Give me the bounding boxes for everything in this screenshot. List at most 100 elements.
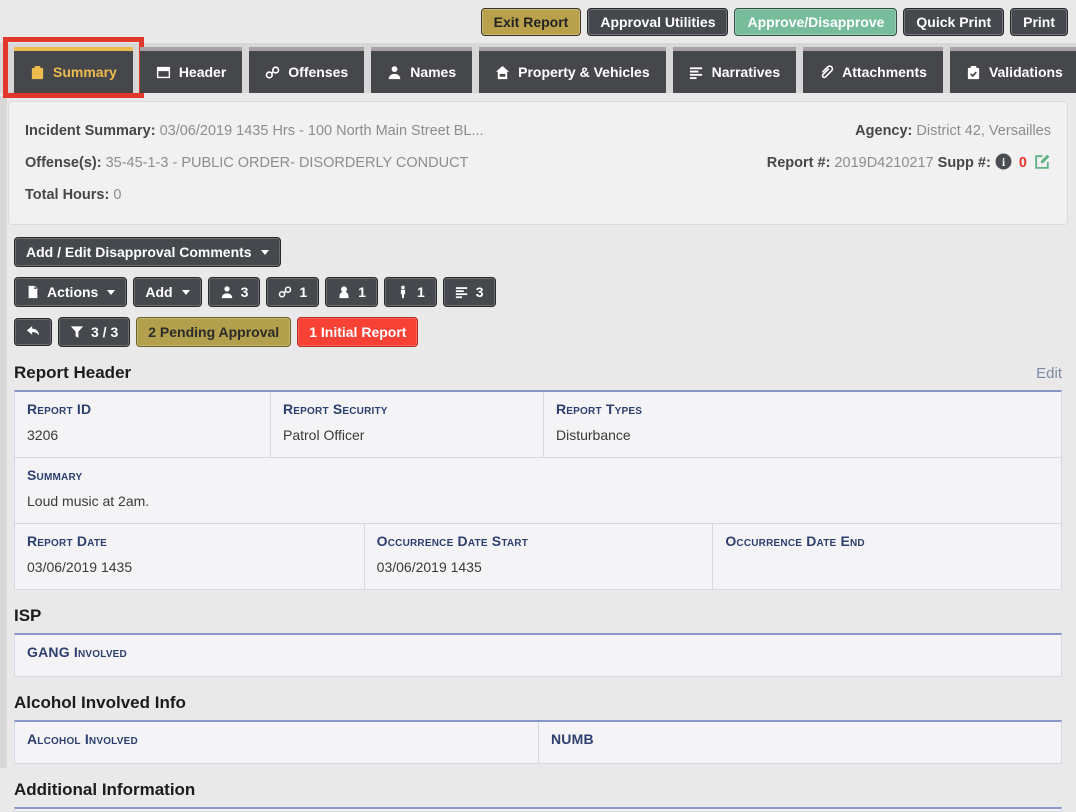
additional-info-table — [14, 807, 1062, 812]
tab-validations[interactable]: Validations — [950, 47, 1076, 93]
actions-dropdown[interactable]: Actions — [14, 277, 127, 307]
report-number-value: 2019D4210217 — [834, 155, 933, 171]
field-occurrence-date-start: Occurrence Date Start 03/06/2019 1435 — [364, 524, 713, 589]
tab-label: Summary — [53, 64, 117, 80]
field-value: 03/06/2019 1435 — [377, 559, 701, 576]
person-standing-count-button[interactable]: 1 — [384, 277, 437, 307]
names-count-button[interactable]: 3 — [208, 277, 261, 307]
section-title-alcohol: Alcohol Involved Info — [14, 693, 186, 713]
tab-property-vehicles[interactable]: Property & Vehicles — [479, 47, 666, 93]
approve-disapprove-button[interactable]: Approve/Disapprove — [734, 8, 897, 36]
field-value: Disturbance — [556, 427, 1049, 444]
narratives-count-button[interactable]: 3 — [443, 277, 496, 307]
section-title-isp: ISP — [14, 606, 41, 626]
tab-offenses[interactable]: Offenses — [249, 47, 364, 93]
initial-report-label: 1 Initial Report — [309, 324, 406, 340]
field-label: Report Security — [283, 401, 531, 417]
tab-label: Names — [410, 64, 456, 80]
field-gang-involved: GANG Involved — [15, 635, 1061, 676]
field-occurrence-date-end: Occurrence Date End — [712, 524, 1061, 589]
field-summary: Summary Loud music at 2am. — [15, 458, 1061, 523]
total-hours-value: 0 — [113, 187, 121, 203]
approval-utilities-button[interactable]: Approval Utilities — [587, 8, 728, 36]
field-report-security: Report Security Patrol Officer — [270, 392, 543, 457]
paperclip-icon — [819, 65, 834, 80]
section-title-report-header: Report Header — [14, 363, 131, 383]
initial-report-badge[interactable]: 1 Initial Report — [297, 317, 418, 347]
report-number-label: Report #: — [767, 155, 831, 171]
quick-print-button[interactable]: Quick Print — [903, 8, 1004, 36]
field-report-date: Report Date 03/06/2019 1435 — [15, 524, 364, 589]
offenses-row: Offense(s): 35-45-1-3 - PUBLIC ORDER- DI… — [25, 147, 484, 179]
incident-summary-panel: Incident Summary: 03/06/2019 1435 Hrs - … — [8, 101, 1068, 225]
reply-button[interactable] — [14, 318, 52, 346]
pending-approval-badge[interactable]: 2 Pending Approval — [136, 317, 291, 347]
disapproval-comments-dropdown[interactable]: Add / Edit Disapproval Comments — [14, 237, 281, 267]
file-icon — [26, 285, 40, 299]
field-label: Report Date — [27, 533, 352, 549]
chevron-down-icon — [107, 290, 115, 295]
field-label: Summary — [27, 467, 1049, 483]
person-bust-count-button[interactable]: 1 — [325, 277, 378, 307]
count-value: 1 — [299, 284, 307, 300]
field-label: Report Types — [556, 401, 1049, 417]
tab-summary[interactable]: Summary — [14, 47, 133, 93]
offenses-value: 35-45-1-3 - PUBLIC ORDER- DISORDERLY CON… — [106, 155, 469, 171]
incident-summary-row: Incident Summary: 03/06/2019 1435 Hrs - … — [25, 115, 484, 147]
agency-row: Agency: District 42, Versailles — [767, 115, 1051, 147]
incident-summary-value: 03/06/2019 1435 Hrs - 100 North Main Str… — [160, 123, 484, 139]
edit-supp-icon[interactable] — [1034, 153, 1051, 170]
reply-icon — [26, 325, 40, 339]
field-label: Report ID — [27, 401, 258, 417]
edit-link[interactable]: Edit — [1036, 365, 1062, 382]
field-numb: NUMB — [538, 722, 1061, 763]
tab-label: Attachments — [842, 64, 927, 80]
add-dropdown[interactable]: Add — [133, 277, 201, 307]
filter-count: 3 / 3 — [91, 324, 118, 340]
offenses-label: Offense(s): — [25, 155, 102, 171]
info-icon[interactable]: i — [995, 153, 1012, 170]
field-label: Alcohol Involved — [27, 731, 526, 747]
field-label: GANG Involved — [27, 644, 1049, 660]
incident-summary-label: Incident Summary: — [25, 123, 156, 139]
field-value: 3206 — [27, 427, 258, 444]
actions-label: Actions — [47, 284, 98, 300]
person-icon — [387, 65, 402, 80]
report-header-table: Report ID 3206 Report Security Patrol Of… — [14, 390, 1062, 590]
clipboard-check-icon — [966, 65, 981, 80]
tab-names[interactable]: Names — [371, 47, 472, 93]
field-value: Patrol Officer — [283, 427, 531, 444]
narrative-lines-icon — [689, 65, 704, 80]
field-alcohol-involved: Alcohol Involved — [15, 722, 538, 763]
house-icon — [495, 65, 510, 80]
report-number-row: Report #: 2019D4210217 Supp #: i 0 — [767, 147, 1051, 179]
tab-label: Validations — [989, 64, 1063, 80]
narrative-lines-icon — [455, 285, 469, 299]
tab-label: Property & Vehicles — [518, 64, 650, 80]
filter-button[interactable]: 3 / 3 — [58, 317, 130, 347]
field-report-types: Report Types Disturbance — [543, 392, 1061, 457]
count-value: 3 — [476, 284, 484, 300]
print-button[interactable]: Print — [1010, 8, 1068, 36]
count-value: 1 — [358, 284, 366, 300]
action-bar: Exit Report Approval Utilities Approve/D… — [0, 0, 1076, 43]
tab-attachments[interactable]: Attachments — [803, 47, 943, 93]
add-label: Add — [145, 284, 172, 300]
tab-header[interactable]: Header — [140, 47, 242, 93]
count-value: 3 — [241, 284, 249, 300]
tab-bar: Summary Header Offenses Names Property &… — [0, 43, 1076, 93]
field-value: 03/06/2019 1435 — [27, 559, 352, 576]
tab-narratives[interactable]: Narratives — [673, 47, 797, 93]
field-label: Occurrence Date End — [725, 533, 1049, 549]
isp-table: GANG Involved — [14, 633, 1062, 677]
tab-label: Narratives — [712, 64, 781, 80]
field-value — [725, 559, 1049, 576]
chevron-down-icon — [261, 250, 269, 255]
person-standing-icon — [396, 285, 410, 299]
field-label: NUMB — [551, 731, 1049, 747]
offenses-count-button[interactable]: 1 — [266, 277, 319, 307]
agency-value: District 42, Versailles — [916, 123, 1051, 139]
handcuffs-icon — [278, 285, 292, 299]
supp-number-value: 0 — [1016, 155, 1030, 171]
exit-report-button[interactable]: Exit Report — [481, 8, 582, 36]
